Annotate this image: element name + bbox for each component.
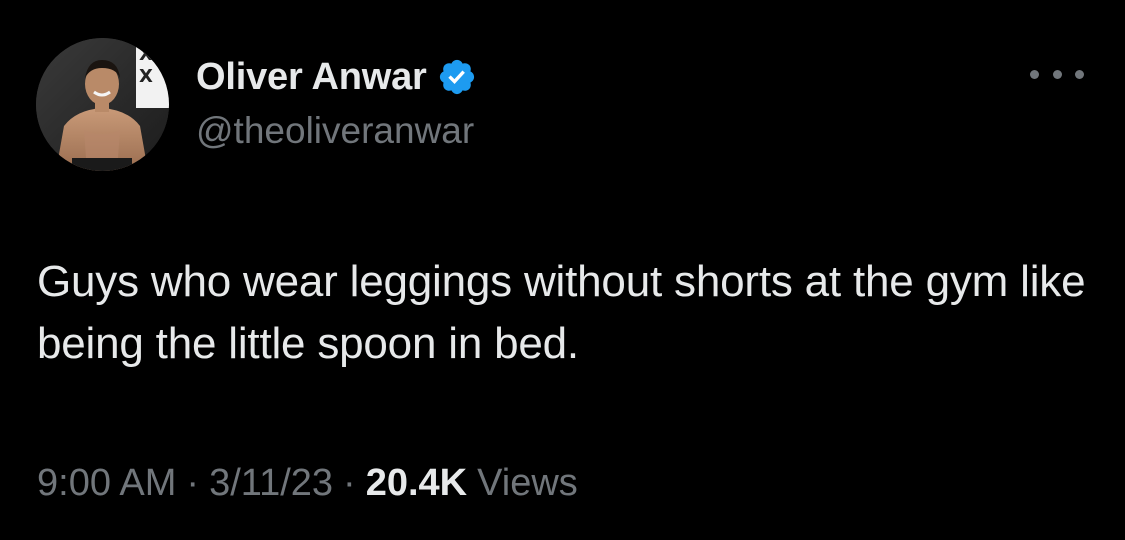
- author-name-row: Oliver Anwar: [196, 54, 477, 100]
- dot: [1075, 69, 1084, 79]
- author-display-name[interactable]: Oliver Anwar: [196, 56, 427, 99]
- svg-text:X: X: [139, 66, 153, 87]
- avatar-photo: X X: [36, 38, 169, 171]
- svg-text:X: X: [139, 44, 153, 65]
- separator: ·: [186, 462, 200, 504]
- verified-badge-icon: [437, 57, 477, 97]
- views-count[interactable]: 20.4K: [366, 462, 467, 505]
- avatar[interactable]: X X: [36, 38, 169, 171]
- tweet-date[interactable]: 3/11/23: [209, 462, 333, 505]
- tweet-text: Guys who wear leggings without shorts at…: [37, 257, 1086, 368]
- author-handle[interactable]: @theoliveranwar: [196, 110, 474, 152]
- tweet-card: X X Oliver Anwar @theoliveranwar Guys wh…: [0, 0, 1125, 540]
- tweet-meta: 9:00 AM · 3/11/23 · 20.4K Views: [37, 462, 578, 505]
- dot: [1030, 69, 1039, 79]
- more-options-icon[interactable]: [1030, 62, 1084, 86]
- views-label: Views: [477, 462, 578, 504]
- tweet-time[interactable]: 9:00 AM: [37, 462, 176, 505]
- dot: [1052, 69, 1062, 79]
- separator: ·: [343, 462, 356, 504]
